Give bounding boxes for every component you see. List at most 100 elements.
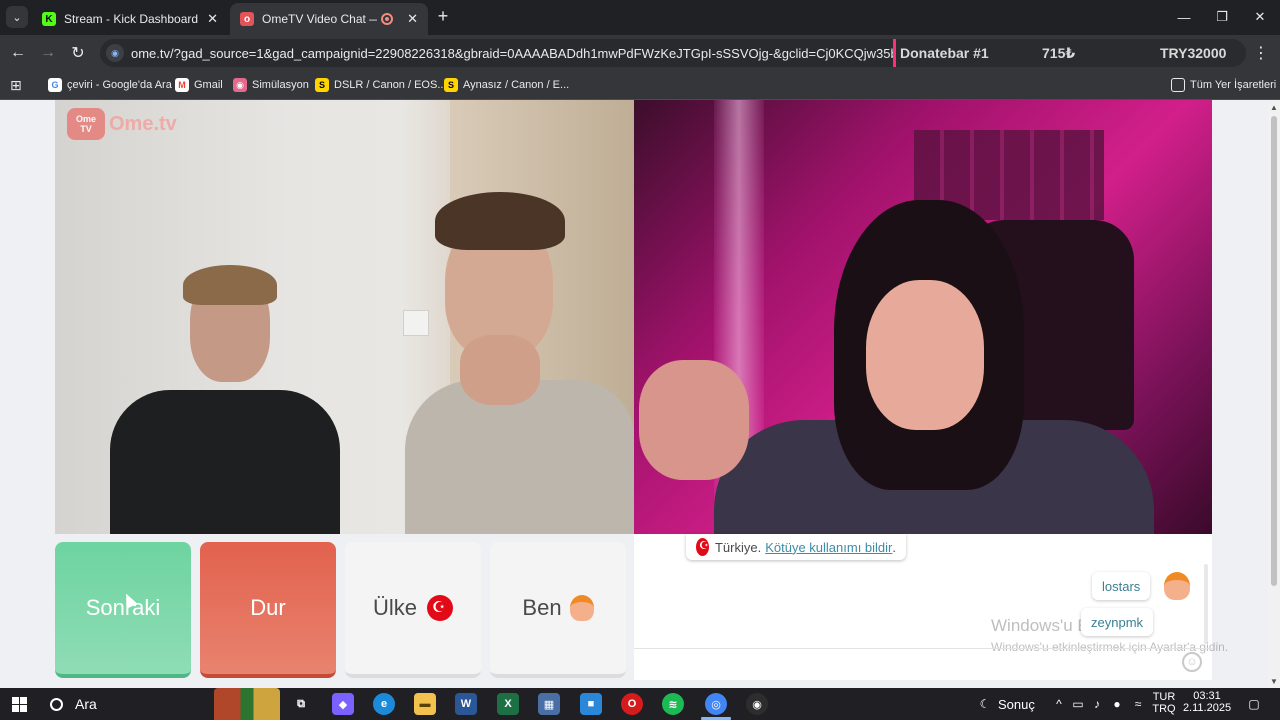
donatebar-overlay: Donatebar #1 715₺ TRY32000 [893,39,1246,67]
tab-kick-dashboard[interactable]: K Stream - Kick Dashboard ✕ [32,3,228,35]
gender-me-label: Ben [522,595,562,620]
notification-icon[interactable]: ▢ [1246,696,1262,712]
person-right-hair [435,192,565,250]
volume-icon[interactable]: ♪ [1090,696,1104,712]
person-left-body [110,390,340,534]
bookmarks-bar: ⊞ G çeviri - Google'da Ara M Gmail ◉ Sim… [0,71,1280,100]
forward-button[interactable]: → [36,41,60,65]
partner-country: Türkiye. [714,539,762,555]
person-right-hand [460,335,540,405]
country-report-bar: Türkiye. Kötüye kullanımı bildir . [686,534,906,560]
windows-taskbar: Ara ⧉ ◆ e ▬ W X ▦ ■ O ≋ ◎ ◉ ☾ Sonuç ^ ▭ … [0,688,1280,720]
chevron-up-icon[interactable]: ^ [1052,696,1066,712]
search-icon [50,697,63,711]
windows-start-icon[interactable] [12,697,27,712]
stop-button[interactable]: Dur [200,542,336,678]
chat-message: lostars [1092,572,1151,600]
report-suffix: . [892,539,896,555]
recording-icon [381,13,394,25]
gender-me-button[interactable]: Ben [490,542,626,678]
clock-date: 2.11.2025 [1182,702,1232,714]
maximize-button[interactable]: ❐ [1203,0,1241,34]
close-window-button[interactable]: ✕ [1241,0,1279,34]
microphone-icon[interactable]: ● [1110,696,1124,712]
spotify-icon[interactable]: ≋ [662,693,684,715]
edge-icon[interactable]: e [373,693,395,715]
ometv-badge-icon: Ome TV [67,108,105,140]
kick-icon: K [42,12,56,26]
obs-icon[interactable]: ◉ [746,693,768,715]
tab-strip: ⌄ K Stream - Kick Dashboard ✕ o OmeTV Vi… [0,0,1280,35]
scroll-thumb[interactable] [1271,116,1277,586]
tab-title: OmeTV Video Chat — Ome [262,12,377,26]
file-explorer-icon[interactable]: ▬ [414,693,436,715]
bookmark-google-search[interactable]: G çeviri - Google'da Ara [48,77,172,93]
clock[interactable]: 03:31 2.11.2025 [1180,690,1234,714]
weather-label[interactable]: Sonuç [998,697,1035,712]
s-icon: S [315,78,329,92]
gmail-icon: M [175,78,189,92]
ometv-logo: Ome TV Ome.tv [67,108,177,140]
search-highlight-image[interactable] [214,688,280,720]
bookmark-gmail[interactable]: M Gmail [175,77,223,93]
word-icon[interactable]: W [455,693,477,715]
opera-icon[interactable]: O [621,693,643,715]
close-tab-icon[interactable]: ✕ [207,11,218,27]
battery-icon[interactable]: ▭ [1071,696,1085,712]
weather-icon[interactable]: ☾ [976,696,994,712]
person-left-hair [183,265,277,305]
task-view-icon[interactable]: ⧉ [290,693,312,715]
all-bookmarks-label: Tüm Yer İşaretleri [1190,79,1277,91]
tab-ometv[interactable]: o OmeTV Video Chat — Ome ✕ [230,3,428,35]
scroll-down-icon[interactable]: ▼ [1270,678,1278,686]
back-button[interactable]: ← [6,41,30,65]
wifi-icon[interactable]: ≈ [1131,696,1145,712]
browser-menu-button[interactable]: ⋮ [1253,43,1269,63]
bookmark-simulation[interactable]: ◉ Simülasyon [233,77,309,93]
bookmark-label: DSLR / Canon / EOS... [334,79,447,91]
bookmark-label: Simülasyon [252,79,309,91]
copilot-icon[interactable]: ◆ [332,693,354,715]
country-button[interactable]: Ülke [345,542,481,678]
close-tab-icon[interactable]: ✕ [407,11,418,27]
bookmark-dslr-canon[interactable]: S DSLR / Canon / EOS... [315,77,447,93]
bookmark-label: çeviri - Google'da Ara [67,79,172,91]
new-tab-button[interactable]: + [433,6,453,26]
store-icon[interactable]: ■ [580,693,602,715]
minimize-button[interactable]: — [1165,0,1203,34]
donatebar-amount: 715₺ [1042,44,1076,61]
input-language[interactable]: TUR TRQ [1151,691,1177,715]
turkey-flag-icon [427,595,453,621]
folder-icon [1171,78,1185,92]
donatebar-total: TRY32000 [1160,45,1227,61]
url-text[interactable]: ome.tv/?gad_source=1&gad_campaignid=2290… [131,46,1002,61]
all-bookmarks-button[interactable]: Tüm Yer İşaretleri [1171,77,1276,93]
country-button-label: Ülke [372,595,417,620]
tab-search-button[interactable]: ⌄ [6,6,28,28]
person-hand [639,360,749,480]
tab-title: Stream - Kick Dashboard [64,12,199,26]
bookmark-mirrorless-canon[interactable]: S Aynasız / Canon / E... [444,77,569,93]
person-face [866,280,984,430]
calculator-icon[interactable]: ▦ [538,693,560,715]
stranger-video: Ome TV Ome.tv [55,100,634,534]
chat-input[interactable] [634,648,1212,680]
site-info-icon[interactable]: ◉ [106,44,124,62]
report-abuse-link[interactable]: Kötüye kullanımı bildir [765,540,892,555]
next-button[interactable]: Sonraki [55,542,191,678]
clock-time: 03:31 [1193,690,1221,702]
taskbar-search-label: Ara [75,696,97,712]
address-bar[interactable]: ◉ ome.tv/?gad_source=1&gad_campaignid=22… [100,39,1246,67]
emoji-picker-icon[interactable]: ☺ [1182,652,1202,672]
simulation-icon: ◉ [233,78,247,92]
page-scrollbar[interactable]: ▲ ▼ [1268,100,1280,688]
scroll-up-icon[interactable]: ▲ [1270,104,1278,112]
apps-icon[interactable]: ⊞ [10,77,22,93]
bookmark-label: Gmail [194,79,223,91]
excel-icon[interactable]: X [497,693,519,715]
chrome-icon[interactable]: ◎ [705,693,727,715]
browser-toolbar: ← → ↻ ◉ ome.tv/?gad_source=1&gad_campaig… [0,35,1280,71]
taskbar-search[interactable]: Ara [44,691,224,717]
google-icon: G [48,78,62,92]
reload-button[interactable]: ↻ [66,41,90,65]
